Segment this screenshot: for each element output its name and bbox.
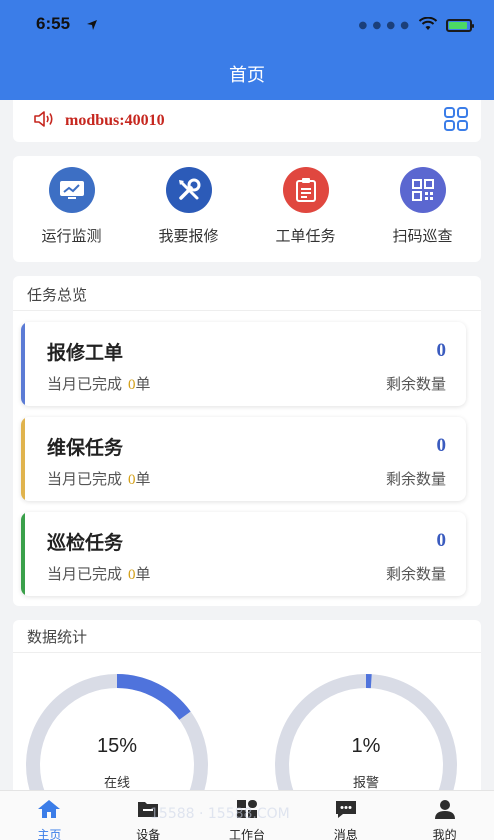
gauge-label: 在线 bbox=[104, 776, 130, 791]
task-done: 当月已完成 0单 bbox=[47, 468, 151, 489]
nav-bar: 首页 bbox=[0, 48, 494, 100]
task-done: 当月已完成 0单 bbox=[47, 373, 151, 394]
quick-action-label: 我要报修 bbox=[158, 227, 219, 245]
task-accent-bar bbox=[21, 322, 25, 406]
monitor-icon bbox=[48, 167, 95, 213]
quick-action-label: 工单任务 bbox=[275, 227, 336, 245]
task-done-unit: 单 bbox=[135, 565, 151, 583]
quick-action-workorder[interactable]: 工单任务 bbox=[247, 156, 364, 262]
task-count: 0 bbox=[436, 530, 447, 551]
quick-action-monitor[interactable]: 运行监测 bbox=[13, 156, 130, 262]
task-remaining-label: 剩余数量 bbox=[385, 565, 446, 583]
task-done-prefix: 当月已完成 bbox=[47, 470, 123, 488]
task-accent-bar bbox=[21, 512, 25, 596]
divider bbox=[13, 310, 481, 311]
gauge-area: 15% 在线 1% 报警 bbox=[26, 674, 457, 800]
task-title: 巡检任务 bbox=[47, 532, 124, 554]
task-done-unit: 单 bbox=[135, 470, 151, 488]
notice-bar[interactable]: modbus:40010 bbox=[13, 100, 481, 142]
quick-action-label: 运行监测 bbox=[41, 227, 102, 245]
task-remaining-label: 剩余数量 bbox=[385, 470, 446, 488]
tab-label: 我的 bbox=[432, 828, 457, 840]
task-item-repair[interactable]: 报修工单 0 当月已完成 0单 剩余数量 bbox=[21, 322, 466, 406]
task-done-prefix: 当月已完成 bbox=[47, 565, 123, 583]
tab-devices[interactable]: 设备 bbox=[99, 791, 198, 840]
status-indicators: ● ● ● ● bbox=[358, 16, 474, 35]
grid-menu-icon[interactable] bbox=[443, 106, 469, 136]
task-accent-bar bbox=[21, 417, 25, 501]
task-count: 0 bbox=[436, 435, 447, 456]
quick-action-label: 扫码巡查 bbox=[392, 227, 453, 245]
location-arrow-icon bbox=[86, 16, 98, 35]
task-remaining-label: 剩余数量 bbox=[385, 375, 446, 393]
task-overview: 任务总览 报修工单 0 当月已完成 0单 剩余数量 维保任务 0 当月已完成 0单 … bbox=[13, 276, 481, 606]
cellular-signal-icon: ● ● ● ● bbox=[358, 20, 410, 31]
speaker-icon bbox=[33, 110, 55, 132]
task-done-unit: 单 bbox=[135, 375, 151, 393]
gauge-percent: 1% bbox=[352, 735, 381, 757]
clipboard-icon bbox=[282, 167, 329, 213]
task-done-prefix: 当月已完成 bbox=[47, 375, 123, 393]
status-time: 6:55 bbox=[36, 14, 71, 33]
tab-workbench[interactable]: 工作台 bbox=[198, 791, 297, 840]
status-bar: 6:55 ● ● ● ● bbox=[0, 0, 494, 48]
gauge-alarm: 1% 报警 bbox=[275, 674, 457, 800]
task-done-value: 0 bbox=[128, 472, 136, 488]
task-done: 当月已完成 0单 bbox=[47, 563, 151, 584]
tab-home[interactable]: 主页 bbox=[0, 791, 99, 840]
task-title: 报修工单 bbox=[47, 342, 124, 364]
message-icon bbox=[334, 799, 358, 823]
gauge-online: 15% 在线 bbox=[26, 674, 208, 800]
notice-text: modbus:40010 bbox=[65, 112, 165, 129]
task-title: 维保任务 bbox=[47, 437, 124, 459]
data-statistics: 数据统计 15% 在线 1% 报警 bbox=[13, 620, 481, 800]
section-title: 任务总览 bbox=[27, 286, 88, 304]
quick-action-scan[interactable]: 扫码巡查 bbox=[364, 156, 481, 262]
task-done-value: 0 bbox=[128, 377, 136, 393]
gauge-percent: 15% bbox=[97, 735, 137, 757]
page-title: 首页 bbox=[229, 65, 265, 86]
workbench-icon bbox=[235, 799, 259, 823]
tab-label: 主页 bbox=[37, 828, 62, 840]
qrcode-icon bbox=[399, 167, 446, 213]
battery-level bbox=[449, 22, 467, 29]
device-icon bbox=[136, 799, 160, 823]
quick-actions: 运行监测 我要报修 工单任务 扫码巡查 bbox=[13, 156, 481, 262]
gauge-fill bbox=[116, 674, 191, 720]
tab-messages[interactable]: 消息 bbox=[296, 791, 395, 840]
tab-profile[interactable]: 我的 bbox=[395, 791, 494, 840]
task-done-value: 0 bbox=[128, 567, 136, 583]
task-item-maintenance[interactable]: 维保任务 0 当月已完成 0单 剩余数量 bbox=[21, 417, 466, 501]
tools-icon bbox=[165, 167, 212, 213]
tab-label: 设备 bbox=[136, 828, 161, 840]
profile-icon bbox=[433, 799, 457, 823]
wifi-icon bbox=[418, 16, 438, 35]
task-count: 0 bbox=[436, 340, 447, 361]
home-icon bbox=[37, 799, 61, 823]
battery-icon bbox=[446, 19, 474, 32]
gauge-label: 报警 bbox=[353, 775, 379, 791]
tab-label: 消息 bbox=[333, 828, 358, 840]
tab-bar: 主页 设备 工作台 消息 我的 bbox=[0, 790, 494, 840]
tab-label: 工作台 bbox=[228, 828, 265, 840]
task-item-inspection[interactable]: 巡检任务 0 当月已完成 0单 剩余数量 bbox=[21, 512, 466, 596]
quick-action-repair[interactable]: 我要报修 bbox=[130, 156, 247, 262]
